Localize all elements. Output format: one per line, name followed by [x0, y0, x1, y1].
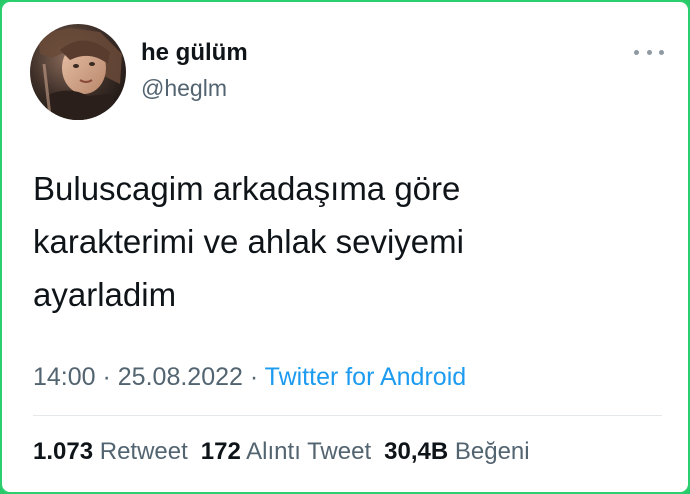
tweet-date[interactable]: 25.08.2022	[118, 363, 243, 391]
meta-separator: ·	[95, 363, 118, 391]
author-avatar[interactable]	[30, 24, 126, 120]
meta-separator: ·	[242, 363, 265, 391]
tweet-stats: 1.073 Retweet 172 Alıntı Tweet 30,4B Beğen…	[33, 438, 530, 466]
author-handle[interactable]: @heglm	[141, 75, 227, 102]
more-dot	[646, 49, 652, 55]
tweet-text: Buluscagim arkadaşıma göre karakterimi v…	[33, 162, 653, 321]
divider	[33, 415, 662, 416]
tweet-time[interactable]: 14:00	[33, 363, 96, 391]
avatar-photo	[30, 24, 126, 120]
retweets-stat[interactable]: 1.073 Retweet	[33, 438, 188, 465]
retweets-label: Retweet	[99, 438, 188, 465]
tweet-card[interactable]: he gülüm @heglm Buluscagim arkadaşıma gö…	[2, 2, 688, 492]
likes-label: Beğeni	[454, 438, 530, 465]
retweets-count: 1.073	[33, 438, 94, 465]
quotes-stat[interactable]: 172 Alıntı Tweet	[201, 438, 371, 465]
tweet-text-line: karakterimi ve ahlak seviyemi	[33, 223, 464, 260]
quotes-label: Alıntı Tweet	[246, 438, 372, 465]
more-options-icon[interactable]	[634, 42, 664, 62]
tweet-meta: 14:00 · 25.08.2022 · Twitter for Android	[33, 363, 466, 392]
quotes-count: 172	[200, 438, 241, 465]
more-dot	[659, 49, 664, 55]
likes-stat[interactable]: 30,4B Beğeni	[384, 438, 529, 465]
likes-count: 30,4B	[384, 438, 449, 465]
author-display-name[interactable]: he gülüm	[141, 39, 248, 67]
tweet-source-link[interactable]: Twitter for Android	[265, 363, 466, 391]
tweet-card-frame: he gülüm @heglm Buluscagim arkadaşıma gö…	[0, 0, 690, 494]
tweet-text-line: Buluscagim arkadaşıma göre	[33, 170, 461, 207]
tweet-text-line: ayarladim	[33, 276, 177, 313]
more-dot	[634, 49, 639, 55]
